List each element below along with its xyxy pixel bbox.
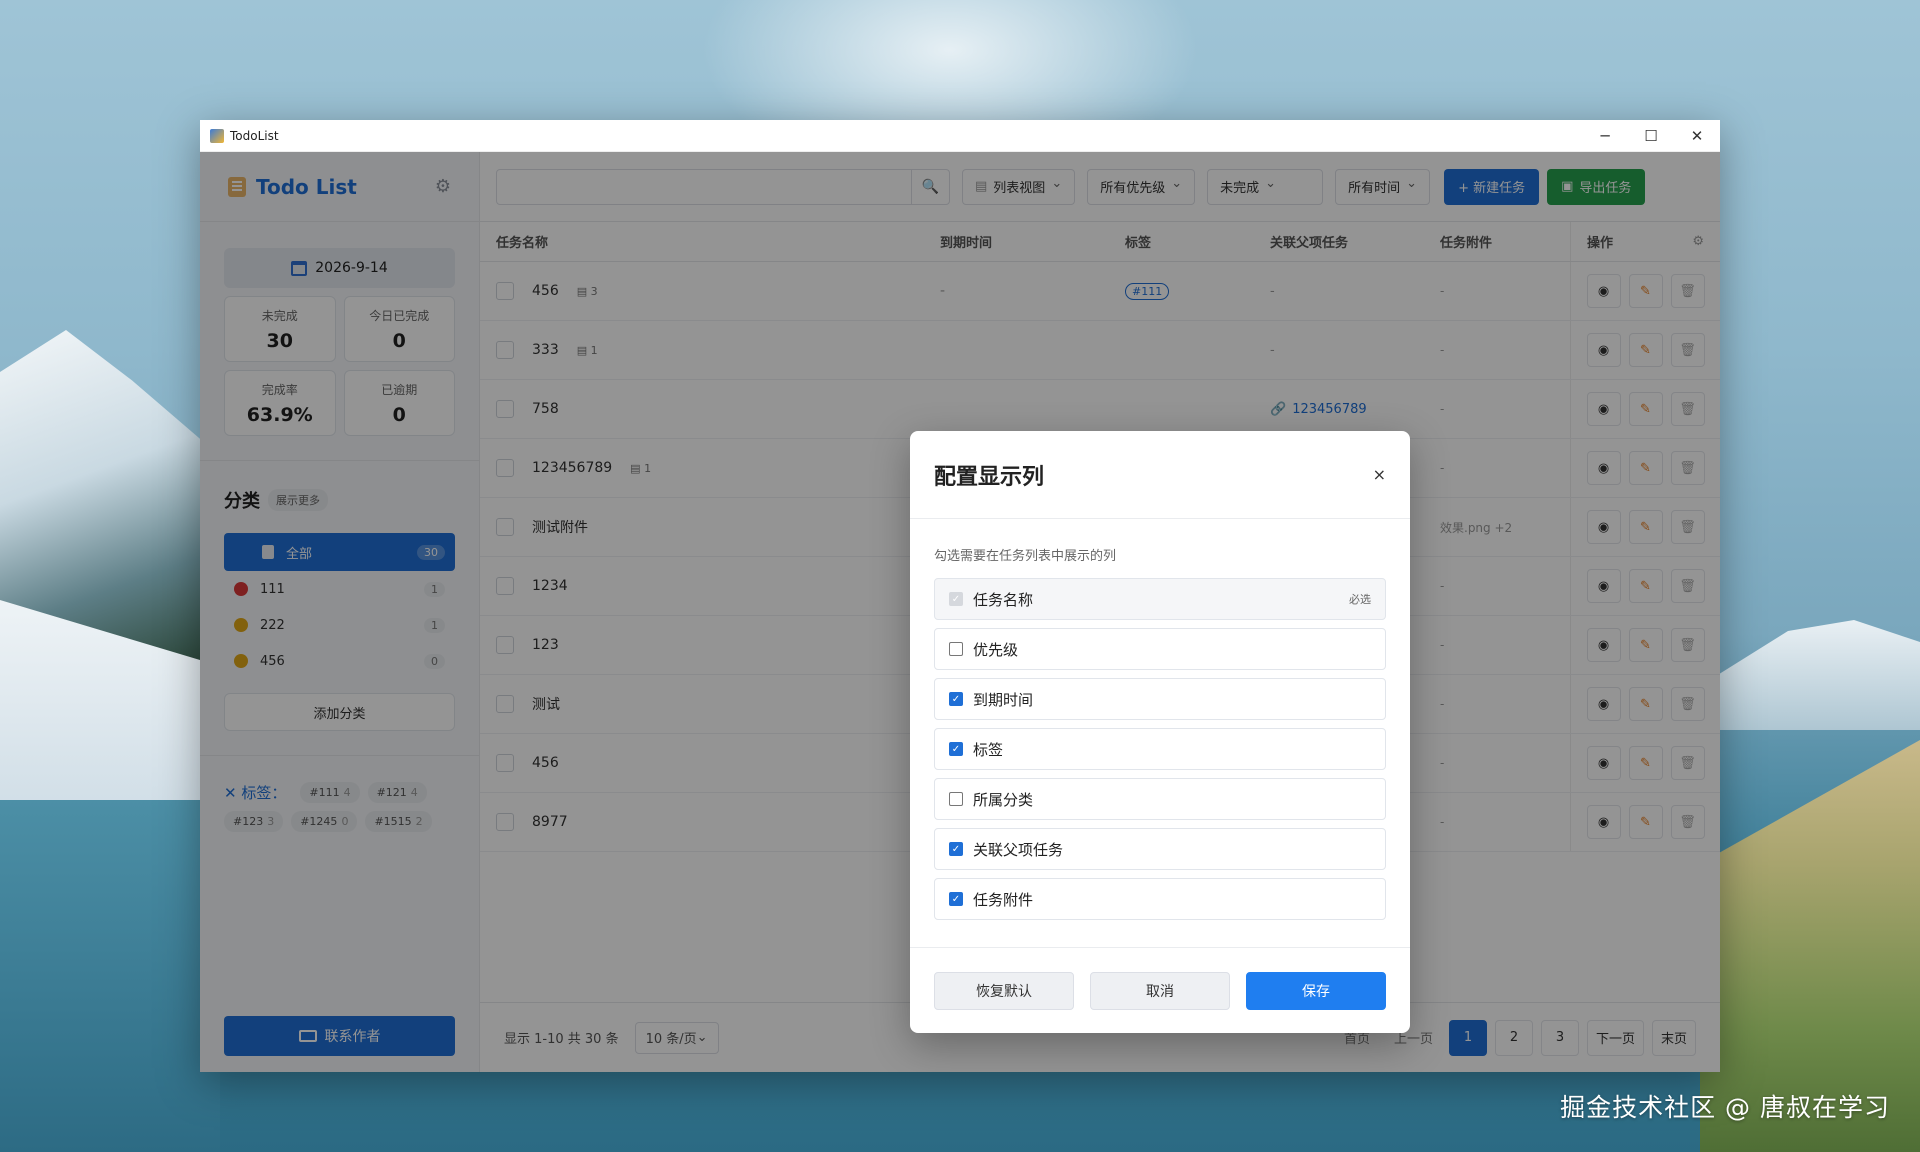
reset-default-button[interactable]: 恢复默认 [934,971,1074,1010]
dialog-description: 勾选需要在任务列表中展示的列 [934,549,1117,564]
column-option-label: 标签 [973,740,1004,759]
required-badge: 必选 [1349,593,1371,606]
titlebar: TodoList ─ ☐ ✕ [200,120,1720,152]
column-option[interactable]: 优先级 [934,628,1386,670]
column-option-list: ✓ 任务名称 必选优先级 ✓ 到期时间 ✓ 标签所属分类 ✓ 关联父项任务 ✓ 任务附件 [934,578,1386,920]
checkbox: ✓ [949,592,963,606]
minimize-button[interactable]: ─ [1582,120,1628,151]
column-config-dialog: 配置显示列 × 勾选需要在任务列表中展示的列 ✓ 任务名称 必选优先级 ✓ 到期时间 ✓ 标… [910,431,1410,1033]
dialog-header: 配置显示列 × [910,431,1410,519]
checkbox[interactable]: ✓ [949,892,963,906]
maximize-button[interactable]: ☐ [1628,120,1674,151]
dialog-footer: 恢复默认 取消 保存 [910,947,1410,1033]
background-water-left [0,800,220,1152]
app-window: TodoList ─ ☐ ✕ Todo List ⚙ 2026-9-14 未完成… [200,120,1720,1072]
app-icon [210,128,224,143]
column-option[interactable]: ✓ 到期时间 [934,678,1386,720]
checkbox[interactable]: ✓ [949,842,963,856]
checkbox[interactable]: ✓ [949,742,963,756]
column-option-label: 所属分类 [973,790,1034,809]
close-window-button[interactable]: ✕ [1674,120,1720,151]
checkbox[interactable]: ✓ [949,692,963,706]
dialog-body: 勾选需要在任务列表中展示的列 ✓ 任务名称 必选优先级 ✓ 到期时间 ✓ 标签所属分类 ✓ 关联… [910,519,1410,920]
watermark: 掘金技术社区 @ 唐叔在学习 [1560,1093,1890,1122]
window-title: TodoList [230,128,279,143]
save-button[interactable]: 保存 [1246,971,1386,1010]
column-option-label: 任务附件 [973,890,1034,909]
column-option[interactable]: ✓ 任务附件 [934,878,1386,920]
column-option-label: 到期时间 [973,690,1034,709]
column-option[interactable]: ✓ 标签 [934,728,1386,770]
cancel-button[interactable]: 取消 [1090,971,1230,1010]
window-controls: ─ ☐ ✕ [1582,120,1720,151]
close-icon[interactable]: × [1373,465,1386,484]
column-option[interactable]: ✓ 关联父项任务 [934,828,1386,870]
column-option-label: 任务名称 [973,590,1034,609]
column-option: ✓ 任务名称 必选 [934,578,1386,620]
column-option-label: 关联父项任务 [973,840,1064,859]
background-mountain-right [1700,620,1920,730]
checkbox[interactable] [949,792,963,806]
column-option[interactable]: 所属分类 [934,778,1386,820]
dialog-title: 配置显示列 [934,464,1045,490]
column-option-label: 优先级 [973,640,1019,659]
checkbox[interactable] [949,642,963,656]
